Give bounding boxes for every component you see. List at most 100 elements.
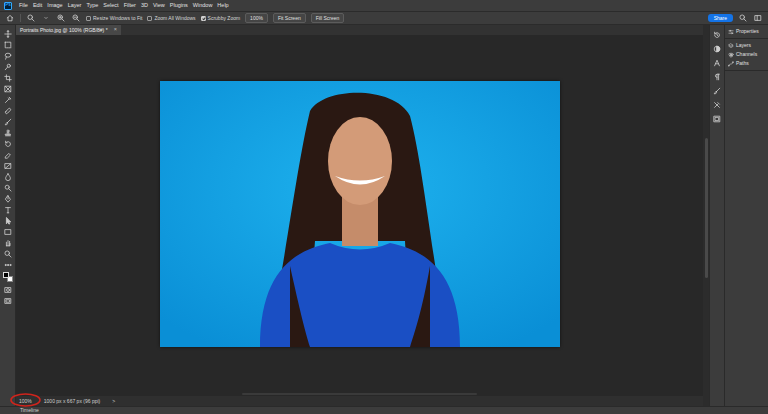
panel-tab[interactable]: Channels — [725, 50, 768, 59]
layers-icon[interactable] — [728, 43, 734, 49]
timeline-bar[interactable]: Timeline — [0, 406, 768, 414]
quick-mask-icon[interactable] — [3, 285, 13, 294]
brush-settings-icon[interactable] — [712, 86, 722, 95]
document-size: 1000 px x 667 px (96 ppi) — [44, 399, 100, 404]
panel-label[interactable]: Layers — [736, 43, 751, 48]
checkbox[interactable] — [86, 16, 91, 21]
document-title[interactable]: Portraits Photo.jpg @ 100% (RGB/8#) * — [20, 28, 108, 33]
photoshop-logo-icon[interactable]: Ps — [4, 2, 12, 10]
checkbox-label[interactable]: Resize Windows to Fit — [93, 16, 142, 21]
menu-item[interactable]: 3D — [141, 3, 148, 9]
zoom-out-icon[interactable] — [71, 14, 81, 23]
menu-item[interactable]: Window — [193, 3, 213, 9]
pen-icon[interactable] — [3, 194, 13, 203]
lasso-icon[interactable] — [3, 51, 13, 60]
panel-label[interactable]: Paths — [736, 61, 749, 66]
zoom-icon[interactable] — [3, 249, 13, 258]
panel-icon-strip — [709, 25, 724, 406]
checkbox[interactable] — [147, 16, 152, 21]
panel-tab[interactable]: Properties — [725, 27, 768, 36]
color-swatches[interactable] — [3, 272, 13, 282]
timeline-label[interactable]: Timeline — [20, 408, 39, 413]
panel-label[interactable]: Properties — [736, 29, 759, 34]
path-selection-icon[interactable] — [3, 216, 13, 225]
quick-selection-icon[interactable] — [3, 62, 13, 71]
checkbox-option[interactable]: Resize Windows to Fit — [86, 16, 142, 21]
menu-item[interactable]: Plugins — [170, 3, 188, 9]
zoom-option-button[interactable]: 100% — [245, 13, 268, 23]
zoom-level[interactable]: 100% — [19, 399, 32, 404]
toolbar — [0, 25, 16, 406]
scroll-thumb[interactable] — [242, 393, 477, 395]
canvas[interactable] — [16, 35, 703, 393]
workspace-icon[interactable] — [753, 14, 763, 23]
red-circle-annotation — [10, 393, 41, 407]
panel-tab[interactable]: Layers — [725, 41, 768, 50]
eraser-icon[interactable] — [3, 150, 13, 159]
blur-icon[interactable] — [3, 172, 13, 181]
frame-icon[interactable] — [3, 84, 13, 93]
eyedropper-icon[interactable] — [3, 95, 13, 104]
channels-icon[interactable] — [728, 52, 734, 58]
screen-mode-icon[interactable] — [3, 296, 13, 305]
photo[interactable] — [160, 81, 560, 347]
menu-item[interactable]: Image — [47, 3, 62, 9]
checkbox-option[interactable]: Scrubby Zoom — [201, 16, 241, 21]
rectangle-icon[interactable] — [3, 227, 13, 236]
panel-tab[interactable]: Paths — [725, 59, 768, 68]
checkbox-label[interactable]: Scrubby Zoom — [208, 16, 241, 21]
close-tab-button[interactable]: × — [114, 27, 117, 33]
checkbox-label[interactable]: Zoom All Windows — [154, 16, 195, 21]
menu-item[interactable]: Layer — [68, 3, 82, 9]
marquee-icon[interactable] — [3, 40, 13, 49]
dodge-icon[interactable] — [3, 183, 13, 192]
clone-stamp-icon[interactable] — [3, 128, 13, 137]
menu-item[interactable]: Type — [86, 3, 98, 9]
adjustments-icon[interactable] — [712, 44, 722, 53]
zoom-tool-icon[interactable] — [26, 14, 36, 23]
tools-panel-icon[interactable] — [712, 100, 722, 109]
document-tab[interactable]: Portraits Photo.jpg @ 100% (RGB/8#) * × — [16, 25, 121, 35]
menu-item[interactable]: Filter — [124, 3, 136, 9]
more-tools-icon[interactable] — [3, 260, 13, 269]
brush-icon[interactable] — [3, 117, 13, 126]
panel-group: Layers Channels Paths — [725, 39, 768, 71]
dropdown-arrow-icon[interactable] — [41, 14, 51, 23]
panel-label[interactable]: Channels — [736, 52, 757, 57]
panel-group: Properties — [725, 25, 768, 39]
zoom-in-icon[interactable] — [56, 14, 66, 23]
paragraph-panel-icon[interactable] — [712, 72, 722, 81]
character-panel-icon[interactable] — [712, 58, 722, 67]
move-icon[interactable] — [3, 29, 13, 38]
menu-item[interactable]: Select — [103, 3, 118, 9]
menu-bar: Ps File Edit Image Layer Type Select Filter 3D V… — [0, 0, 768, 11]
options-bar: Resize Windows to Fit Zoom All Windows Scr… — [0, 11, 768, 25]
menu-item[interactable]: Edit — [33, 3, 42, 9]
properties-icon[interactable] — [728, 29, 734, 35]
scroll-thumb[interactable] — [705, 138, 708, 278]
status-menu-arrow[interactable]: > — [112, 399, 115, 404]
menu-item[interactable]: File — [19, 3, 28, 9]
zoom-option-button[interactable]: Fill Screen — [311, 13, 345, 23]
crop-icon[interactable] — [3, 73, 13, 82]
checkbox[interactable] — [201, 16, 206, 21]
type-tool-icon[interactable] — [3, 205, 13, 214]
menu-item[interactable]: View — [153, 3, 165, 9]
menu-item[interactable]: Help — [217, 3, 228, 9]
hand-icon[interactable] — [3, 238, 13, 247]
gradient-icon[interactable] — [3, 161, 13, 170]
paths-icon[interactable] — [728, 61, 734, 67]
history-panel-icon[interactable] — [712, 30, 722, 39]
checkbox-option[interactable]: Zoom All Windows — [147, 16, 195, 21]
foreground-color-swatch[interactable] — [3, 272, 9, 278]
share-button[interactable]: Share — [708, 14, 733, 22]
photoshop-window: Ps File Edit Image Layer Type Select Filter 3D V… — [0, 0, 768, 414]
search-icon[interactable] — [738, 14, 748, 23]
layer-comps-icon[interactable] — [712, 114, 722, 123]
history-brush-icon[interactable] — [3, 139, 13, 148]
healing-brush-icon[interactable] — [3, 106, 13, 115]
status-bar: 100% 1000 px x 667 px (96 ppi) > — [16, 396, 703, 406]
zoom-option-button[interactable]: Fit Screen — [273, 13, 306, 23]
panel-dock: Properties Layers Channels Paths — [724, 25, 768, 406]
home-icon[interactable] — [5, 14, 15, 23]
